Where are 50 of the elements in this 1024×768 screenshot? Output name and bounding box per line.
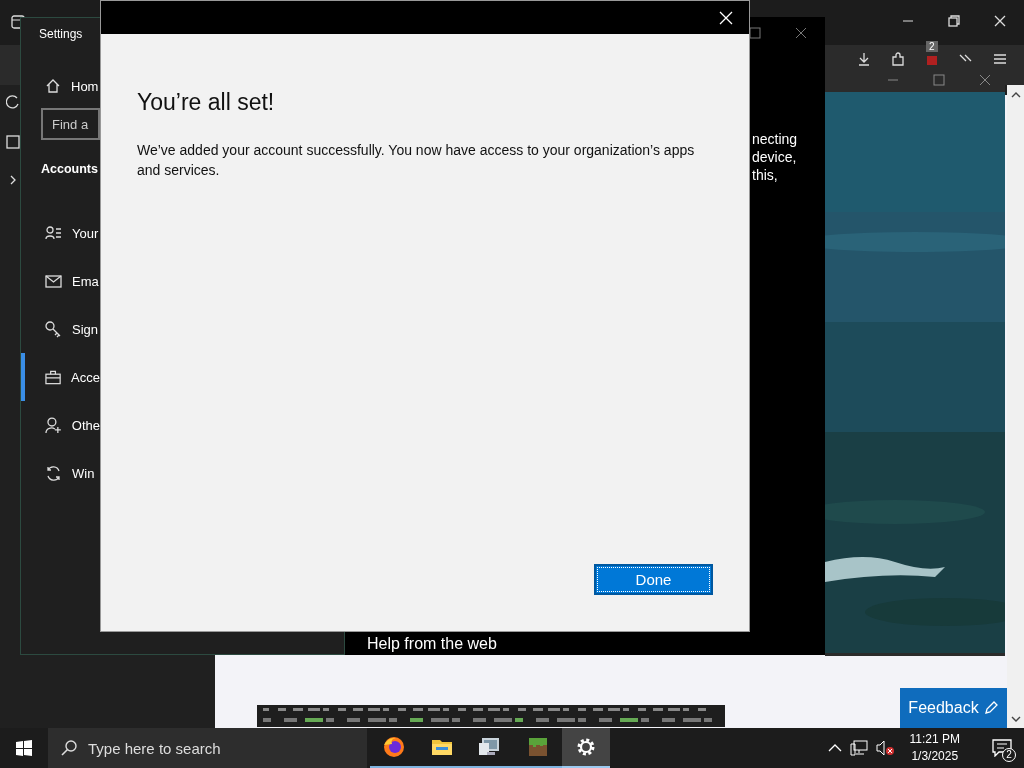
refresh-icon[interactable] (6, 95, 20, 109)
window-title: Settings (39, 27, 84, 43)
body-text: necting (752, 130, 798, 148)
search-field[interactable]: Type here to search (48, 728, 367, 768)
notification-icon[interactable] (992, 739, 1012, 757)
clock-date[interactable]: 1/3/2025 (909, 748, 960, 765)
feedback-button[interactable]: Feedback (900, 688, 1007, 728)
chevron-right-icon[interactable] (8, 175, 18, 185)
search-icon (60, 739, 78, 757)
volume-muted-icon[interactable] (875, 740, 894, 756)
document-icon[interactable] (6, 135, 20, 149)
clock-time[interactable]: 11:21 PM (909, 731, 960, 748)
dialog-message: We’ve added your account successfully. You now have access to your organization’s apps and services. (137, 141, 696, 180)
restore-icon[interactable] (948, 15, 960, 27)
briefcase-icon (45, 368, 62, 386)
nav-item[interactable]: Your (21, 209, 100, 257)
grass-block-icon (526, 735, 550, 759)
download-icon[interactable] (856, 51, 872, 67)
section-heading: Accounts (41, 162, 98, 176)
menu-icon[interactable] (992, 51, 1008, 67)
key-icon (45, 320, 62, 338)
search-field[interactable]: Find a (41, 108, 100, 140)
person-list-icon (45, 224, 62, 242)
section-heading: Help from the web (367, 634, 497, 653)
notification-count: 2 (1002, 748, 1016, 762)
sync-icon (45, 464, 62, 482)
maximize-icon[interactable] (749, 27, 761, 39)
nav-item[interactable]: Othe (21, 401, 100, 449)
maximize-icon[interactable] (933, 74, 945, 86)
done-button[interactable]: Done (594, 564, 713, 595)
scroll-up-icon[interactable] (1010, 90, 1021, 98)
chevron-up-icon[interactable] (827, 743, 842, 753)
body-text: this, (752, 166, 779, 184)
notification-badge: 2 (926, 41, 938, 52)
windows-logo-icon[interactable] (16, 740, 32, 756)
home-icon (45, 78, 61, 94)
scroll-down-icon[interactable] (1010, 715, 1021, 723)
nav-item[interactable]: Ema (21, 257, 100, 305)
scrollbar[interactable] (1007, 85, 1024, 728)
taskbar-app[interactable] (562, 728, 610, 768)
nav-item[interactable]: Win (21, 449, 100, 497)
pencil-icon (982, 700, 999, 716)
browser-icon (382, 735, 406, 759)
network-icon[interactable] (849, 740, 868, 756)
nav-item[interactable]: Sign (21, 305, 100, 353)
dialog-heading: You’re all set! (137, 89, 276, 116)
home-item[interactable]: Hom (21, 70, 100, 102)
mail-icon (45, 272, 62, 290)
body-text: device, (752, 148, 798, 166)
person-add-icon (45, 416, 62, 434)
